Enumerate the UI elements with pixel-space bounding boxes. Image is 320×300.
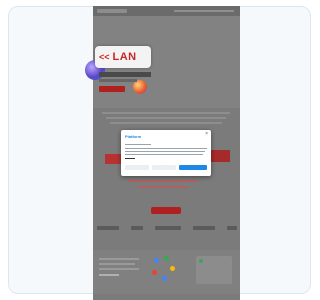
chevron-double-left-icon: << [99, 52, 110, 62]
site-header [93, 6, 240, 16]
partner-logos [97, 223, 237, 233]
text-line [99, 263, 135, 265]
lan-logo-text: LAN [112, 51, 137, 63]
google-icon [199, 259, 203, 263]
decorative-sphere-small [133, 80, 147, 94]
text-line [110, 122, 222, 124]
hero-cta-button[interactable] [99, 86, 125, 92]
section-subtitle [128, 180, 198, 182]
close-icon[interactable]: × [205, 132, 208, 137]
dialog-brand: Platform [125, 134, 142, 139]
partner-logo [193, 226, 215, 230]
review-card [196, 256, 232, 284]
partner-logo [155, 226, 181, 230]
google-dots-graphic [150, 256, 178, 286]
site-nav[interactable] [174, 10, 234, 12]
dialog-link[interactable] [125, 158, 135, 159]
hero-subheading [99, 79, 137, 82]
dialog-text-line [125, 148, 207, 149]
partner-logo [97, 226, 119, 230]
section-cta-button[interactable] [151, 207, 181, 214]
lan-logo-badge: << LAN [95, 46, 151, 68]
text-line [99, 258, 139, 260]
partner-logo [227, 226, 237, 230]
dialog-text-line [125, 144, 151, 145]
dialog-text-line [125, 151, 205, 152]
cookie-consent-dialog: Platform × [121, 130, 211, 176]
section-subtitle [138, 186, 188, 188]
site-logo[interactable] [97, 9, 127, 13]
text-line [99, 274, 119, 276]
text-line [99, 268, 139, 270]
text-line [106, 117, 226, 119]
dialog-text-line [125, 154, 203, 155]
hero-heading [99, 72, 151, 77]
reject-cookies-button[interactable] [125, 165, 149, 170]
text-line [102, 112, 230, 114]
accept-cookies-button[interactable] [179, 165, 207, 170]
partner-logo [131, 226, 143, 230]
settings-cookies-button[interactable] [152, 165, 176, 170]
